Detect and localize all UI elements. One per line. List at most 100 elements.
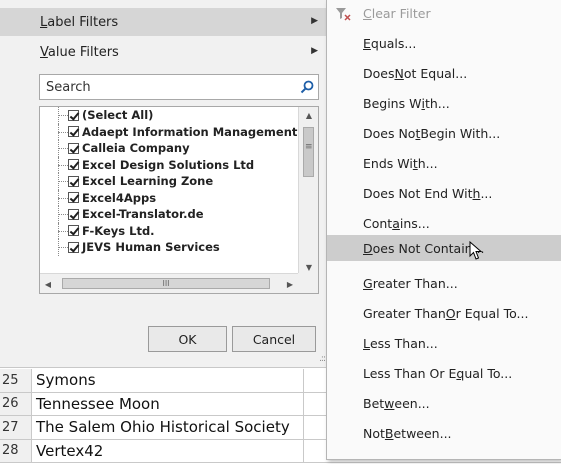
ok-button[interactable]: OK <box>148 326 227 352</box>
row-label[interactable]: Vertex42 <box>32 442 103 460</box>
scroll-corner <box>298 273 318 293</box>
list-item[interactable]: Excel Design Solutions Ltd <box>40 156 298 173</box>
submenu-label-post: ot Equal... <box>403 65 468 81</box>
submenu-label-post: een... <box>394 395 430 411</box>
submenu-item[interactable]: Equals... <box>327 30 561 56</box>
submenu-label-pre: Begins W <box>363 95 422 111</box>
submenu-item[interactable]: Less Than... <box>327 330 561 356</box>
submenu-accelerator: a <box>392 215 400 231</box>
row-label[interactable]: The Salem Ohio Historical Society <box>32 418 290 436</box>
label-filters-submenu: Clear Filter Equals... Does Not Equal... Be… <box>326 0 561 460</box>
value-filters-text: Value Filters <box>40 44 119 60</box>
list-item[interactable]: (Select All) <box>40 107 298 124</box>
submenu-label-post: th... <box>424 95 450 111</box>
submenu-item[interactable]: Greater Than... <box>327 270 561 296</box>
list-item[interactable]: Excel Learning Zone <box>40 173 298 190</box>
submenu-accelerator: q <box>456 365 465 381</box>
submenu-label-post: etween... <box>393 425 452 441</box>
label-filters-text: Label Filters <box>40 14 119 30</box>
list-item[interactable]: Calleia Company <box>40 140 298 157</box>
list-item[interactable]: Adaept Information Management <box>40 123 298 140</box>
scroll-right-icon[interactable]: ▶ <box>282 274 298 293</box>
resize-grip-icon[interactable]: .:: <box>319 354 326 364</box>
submenu-accelerator: B <box>384 425 394 441</box>
tree-line <box>58 115 68 116</box>
row-label[interactable]: Symons <box>32 371 96 389</box>
vertical-scrollbar[interactable]: ▲ ▼ <box>298 107 318 275</box>
submenu-item[interactable]: Does No t Begin With... <box>327 120 561 146</box>
row-label[interactable]: Tennessee Moon <box>32 395 160 413</box>
row-number[interactable]: 28 <box>0 439 32 462</box>
submenu-item[interactable]: Cont a ins... <box>327 210 561 236</box>
submenu-label-pre: Cont <box>363 215 393 231</box>
submenu-arrow-icon: ▶ <box>311 16 318 26</box>
submenu-label-post: h... <box>417 155 438 171</box>
submenu-label-post: ... <box>480 185 493 201</box>
row-number[interactable]: 27 <box>0 416 32 439</box>
submenu-item[interactable]: Ends Wi t h... <box>327 150 561 176</box>
row-number[interactable]: 26 <box>0 392 32 415</box>
list-item-label: Calleia Company <box>82 141 190 156</box>
cancel-button[interactable]: Cancel <box>232 326 316 352</box>
submenu-accelerator: h <box>472 185 481 201</box>
scroll-thumb[interactable] <box>303 127 314 177</box>
list-item-label: F-Keys Ltd. <box>82 223 155 238</box>
submenu-label-pre: Greater Than <box>363 305 446 321</box>
horizontal-scrollbar[interactable]: ◀ III ▶ <box>40 273 300 293</box>
checkbox[interactable] <box>68 241 79 253</box>
submenu-item[interactable]: Not Between... <box>327 420 561 446</box>
tree-line <box>58 230 68 232</box>
submenu-label-pre: Bet <box>363 395 385 411</box>
list-item-label: Excel-Translator.de <box>82 207 204 222</box>
submenu-label-post: Begin With... <box>420 125 501 141</box>
submenu-item[interactable]: Does Not Contain... <box>327 235 561 261</box>
column-divider <box>303 369 304 392</box>
label-filters-menu-item[interactable]: Label Filters ▶ <box>0 8 330 36</box>
checkbox[interactable] <box>68 126 79 138</box>
checkbox[interactable] <box>68 192 79 204</box>
scroll-up-icon[interactable]: ▲ <box>299 107 318 123</box>
submenu-accelerator: D <box>363 240 373 256</box>
tree-line <box>58 164 68 166</box>
submenu-item[interactable]: Does Not End Wit h... <box>327 180 561 206</box>
tree-line <box>58 197 68 199</box>
list-item-label: Excel Design Solutions Ltd <box>82 157 255 172</box>
row-number[interactable]: 25 <box>0 369 32 392</box>
search-icon[interactable] <box>296 76 318 98</box>
search-input[interactable]: Search <box>39 74 319 100</box>
scroll-thumb[interactable]: III <box>62 278 270 289</box>
submenu-item[interactable]: Greater Than Or Equal To... <box>327 300 561 326</box>
value-filters-menu-item[interactable]: Value Filters ▶ <box>0 38 330 66</box>
submenu-accelerator: C <box>363 5 372 21</box>
label-filters-rest: abel Filters <box>47 14 119 30</box>
list-item-label: JEVS Human Services <box>82 240 220 255</box>
submenu-accelerator: G <box>363 275 373 291</box>
submenu-item[interactable]: Begins Wi th... <box>327 90 561 116</box>
submenu-item[interactable]: Does Not Equal... <box>327 60 561 86</box>
checkbox[interactable] <box>68 159 79 171</box>
column-divider <box>303 416 304 439</box>
list-item[interactable]: Excel-Translator.de <box>40 206 298 223</box>
submenu-arrow-icon: ▶ <box>311 46 318 56</box>
submenu-item[interactable]: Clear Filter <box>327 0 561 26</box>
checkbox[interactable] <box>68 175 79 187</box>
checkbox[interactable] <box>68 142 79 154</box>
list-item[interactable]: F-Keys Ltd. <box>40 222 298 239</box>
submenu-label-pre: Not <box>363 425 385 441</box>
scroll-left-icon[interactable]: ◀ <box>40 274 56 293</box>
checkbox[interactable] <box>68 208 79 220</box>
submenu-label-post: ess Than... <box>369 335 438 351</box>
submenu-accelerator: w <box>384 395 395 411</box>
column-divider <box>303 392 304 415</box>
clear-filter-icon <box>336 8 351 21</box>
submenu-label-post: quals... <box>370 35 417 51</box>
tree-line <box>58 247 68 248</box>
checkbox[interactable] <box>68 225 79 237</box>
list-item[interactable]: JEVS Human Services <box>40 239 298 256</box>
list-item[interactable]: Excel4Apps <box>40 189 298 206</box>
submenu-item[interactable]: Bet w een... <box>327 390 561 416</box>
submenu-label-post: reater Than... <box>372 275 458 291</box>
checkbox[interactable] <box>68 109 79 121</box>
tree-line <box>58 131 68 133</box>
submenu-item[interactable]: Less Than Or Eq ual To... <box>327 360 561 386</box>
